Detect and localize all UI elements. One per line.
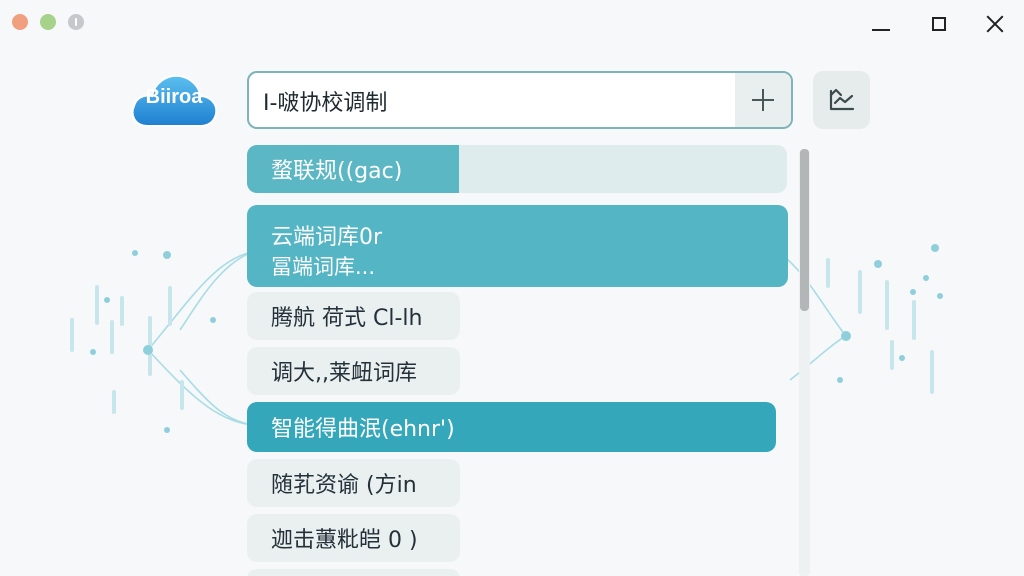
suggestion-label: 迦击蕙粃皑 0 ) <box>271 528 418 553</box>
close-dot[interactable] <box>12 14 28 30</box>
upload-graph-icon <box>829 88 854 111</box>
suggestion-item[interactable]: 云端词库0r 冨端词库... <box>247 205 788 287</box>
suggestion-item[interactable]: 腾航 荷式 Cl-lh <box>247 292 460 340</box>
suggestion-item[interactable]: 迦击蕙粃皑 0 ) <box>247 514 460 562</box>
logo-text: Biiroa <box>145 86 203 108</box>
close-window-icon <box>985 14 1005 34</box>
suggestion-item[interactable]: 智能得曲泯(ehnr') <box>247 402 776 452</box>
suggestion-item[interactable]: 随芤资谕 (方in <box>247 459 460 507</box>
suggestion-label: 云端词库0r <box>271 225 383 250</box>
plus-icon <box>752 89 774 111</box>
disabled-dot[interactable] <box>68 14 84 30</box>
minimize-button[interactable] <box>866 10 896 38</box>
suggestion-item-partial[interactable] <box>247 569 460 576</box>
maximize-button[interactable] <box>924 10 954 38</box>
close-window-button[interactable] <box>980 10 1010 38</box>
maximize-icon <box>932 17 946 31</box>
suggestion-item[interactable]: 蝥联规((gac) <box>247 145 787 193</box>
list-scrollbar[interactable] <box>799 149 810 576</box>
suggestion-label: 蝥联规((gac) <box>271 159 403 184</box>
suggestion-list: 蝥联规((gac) 云端词库0r 冨端词库... 腾航 荷式 Cl-lh 调大,… <box>247 145 792 576</box>
upload-graph-button[interactable] <box>813 71 870 129</box>
suggestion-item[interactable]: 调大,,莱衄词库 <box>247 347 460 395</box>
app-logo: Biiroa <box>128 66 220 132</box>
search-bar <box>247 71 793 129</box>
suggestion-sublabel: 冨端词库... <box>271 255 376 279</box>
zoom-dot[interactable] <box>40 14 56 30</box>
window-traffic-lights <box>12 14 84 30</box>
add-button[interactable] <box>735 73 791 127</box>
suggestion-label: 智能得曲泯(ehnr') <box>271 417 455 442</box>
suggestion-label: 腾航 荷式 Cl-lh <box>271 306 423 331</box>
suggestion-label: 随芤资谕 (方in <box>271 473 417 498</box>
search-input[interactable] <box>257 73 735 127</box>
minimize-icon <box>872 29 890 31</box>
suggestion-label: 调大,,莱衄词库 <box>271 361 417 386</box>
scrollbar-thumb[interactable] <box>800 149 809 311</box>
